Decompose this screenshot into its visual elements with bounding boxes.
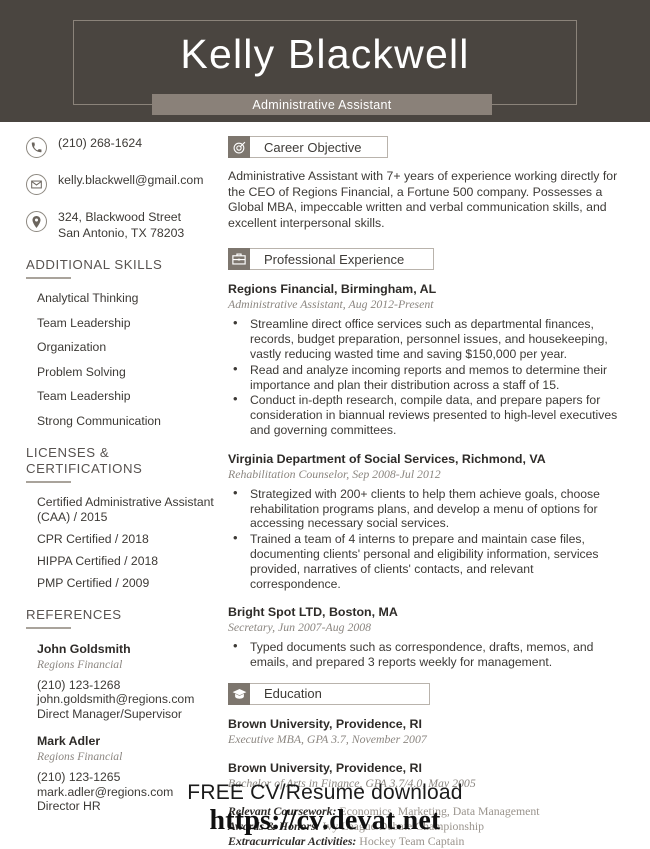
address-line-2: San Antonio, TX 78203 [58, 225, 185, 240]
reference-entry: Mark Adler Regions Financial (210) 123-1… [26, 733, 218, 814]
job-title: Regions Financial, Birmingham, AL [228, 282, 437, 297]
job-entry: Regions Financial, Birmingham, AL Admini… [228, 281, 624, 437]
list-item: PMP Certified / 2009 [37, 575, 150, 590]
location-pin-icon [26, 211, 47, 232]
candidate-job-title-band: Administrative Assistant [152, 94, 492, 115]
job-bullets: Typed documents such as correspondence, … [228, 639, 624, 670]
list-item: Organization [37, 340, 107, 354]
list-item: Analytical Thinking [37, 291, 139, 305]
reference-phone: (210) 123-1265 [37, 770, 121, 785]
job-subtitle: Secretary, Jun 2007-Aug 2008 [228, 620, 372, 635]
references-heading: REFERENCES [26, 606, 122, 622]
relevant-coursework: Relevant Coursework: Economics, Marketin… [228, 804, 624, 819]
contact-address-text: 324, Blackwood Street San Antonio, TX 78… [58, 210, 184, 241]
professional-experience-header: Professional Experience [228, 248, 624, 271]
additional-skills-heading: ADDITIONAL SKILLS [26, 257, 163, 272]
graduation-cap-icon [228, 682, 250, 705]
reference-company: Regions Financial [37, 750, 123, 764]
main-column: Career Objective Administrative Assistan… [228, 136, 650, 849]
reference-relation: Director HR [37, 799, 101, 814]
resume-header: Kelly Blackwell Administrative Assistant [0, 0, 650, 122]
reference-email: john.goldsmith@regions.com [37, 692, 195, 707]
contact-phone-text: (210) 268-1624 [58, 136, 143, 150]
reference-name: Mark Adler [37, 734, 101, 749]
awards-honors: Awards & Honors: Ivy League Debate Champ… [228, 819, 624, 834]
extracurricular-label: Extracurricular Activities: [228, 833, 357, 848]
education-label: Education [250, 682, 430, 705]
job-entry: Bright Spot LTD, Boston, MA Secretary, J… [228, 604, 624, 670]
contact-phone: (210) 268-1624 [26, 136, 218, 158]
degree-info: Bachelor of Arts in Finance, GPA 3.7/4.0… [228, 775, 476, 790]
relevant-coursework-label: Relevant Coursework: [228, 803, 337, 818]
list-item: Conduct in-depth research, compile data,… [228, 392, 624, 437]
school-name: Brown University, Providence, RI [228, 716, 422, 731]
resume-body: (210) 268-1624 kelly.blackwell@gmail.com… [0, 122, 650, 849]
career-objective-label: Career Objective [250, 136, 388, 158]
section-underline [26, 626, 71, 629]
career-objective-text: Administrative Assistant with 7+ years o… [228, 169, 618, 230]
school-name: Brown University, Providence, RI [228, 760, 422, 775]
list-item: Streamline direct office services such a… [228, 316, 624, 361]
job-entry: Virginia Department of Social Services, … [228, 451, 624, 592]
job-title: Bright Spot LTD, Boston, MA [228, 605, 398, 620]
reference-company: Regions Financial [37, 657, 123, 671]
education-entry: Brown University, Providence, RI Executi… [228, 716, 624, 747]
list-item: Strategized with 200+ clients to help th… [228, 486, 624, 531]
list-item: Team Leadership [37, 315, 131, 330]
list-item: Team Leadership [37, 389, 131, 403]
reference-entry: John Goldsmith Regions Financial (210) 1… [26, 641, 218, 722]
relevant-coursework-value: Economics, Marketing, Data Management [336, 803, 540, 818]
list-item: Trained a team of 4 interns to prepare a… [228, 531, 624, 591]
candidate-name: Kelly Blackwell [180, 31, 470, 77]
envelope-icon [26, 174, 47, 195]
target-icon [228, 136, 250, 158]
licenses-certifications-heading: LICENSES & CERTIFICATIONS [26, 444, 143, 476]
job-title: Virginia Department of Social Services, … [228, 451, 546, 466]
education-extras: Relevant Coursework: Economics, Marketin… [228, 804, 624, 849]
candidate-job-title: Administrative Assistant [252, 97, 392, 112]
sidebar: (210) 268-1624 kelly.blackwell@gmail.com… [0, 136, 228, 849]
career-objective-header: Career Objective [228, 136, 624, 158]
contact-email-text: kelly.blackwell@gmail.com [58, 173, 204, 187]
list-item: Strong Communication [37, 413, 161, 428]
reference-relation: Direct Manager/Supervisor [37, 706, 182, 721]
awards-honors-value: Ivy League Debate Championship [319, 818, 485, 833]
education-header: Education [228, 682, 624, 705]
list-item: CPR Certified / 2018 [37, 531, 149, 546]
address-line-1: 324, Blackwood Street [58, 210, 182, 224]
list-item: Typed documents such as correspondence, … [228, 639, 624, 670]
section-underline [26, 480, 71, 483]
list-item: Problem Solving [37, 364, 126, 379]
job-bullets: Strategized with 200+ clients to help th… [228, 486, 624, 592]
list-item: HIPPA Certified / 2018 [37, 553, 159, 568]
reference-phone: (210) 123-1268 [37, 677, 121, 692]
additional-skills-list: Analytical Thinking Team Leadership Orga… [26, 291, 218, 429]
list-item: Read and analyze incoming reports and me… [228, 362, 624, 393]
education-entry: Brown University, Providence, RI Bachelo… [228, 760, 624, 791]
reference-email: mark.adler@regions.com [37, 784, 174, 799]
reference-name: John Goldsmith [37, 641, 131, 656]
professional-experience-label: Professional Experience [250, 248, 434, 271]
list-item: Certified Administrative Assistant (CAA)… [37, 494, 214, 524]
job-bullets: Streamline direct office services such a… [228, 316, 624, 437]
contact-address: 324, Blackwood Street San Antonio, TX 78… [26, 210, 218, 241]
degree-info: Executive MBA, GPA 3.7, November 2007 [228, 731, 427, 746]
job-subtitle: Rehabilitation Counselor, Sep 2008-Jul 2… [228, 466, 441, 481]
phone-icon [26, 137, 47, 158]
section-underline [26, 277, 71, 279]
awards-honors-label: Awards & Honors: [228, 818, 320, 833]
contact-email: kelly.blackwell@gmail.com [26, 173, 218, 195]
job-subtitle: Administrative Assistant, Aug 2012-Prese… [228, 297, 434, 312]
extracurricular-value: Hockey Team Captain [356, 833, 465, 848]
briefcase-icon [228, 248, 250, 271]
licenses-certifications-list: Certified Administrative Assistant (CAA)… [26, 495, 218, 591]
extracurricular-activities: Extracurricular Activities: Hockey Team … [228, 834, 624, 849]
